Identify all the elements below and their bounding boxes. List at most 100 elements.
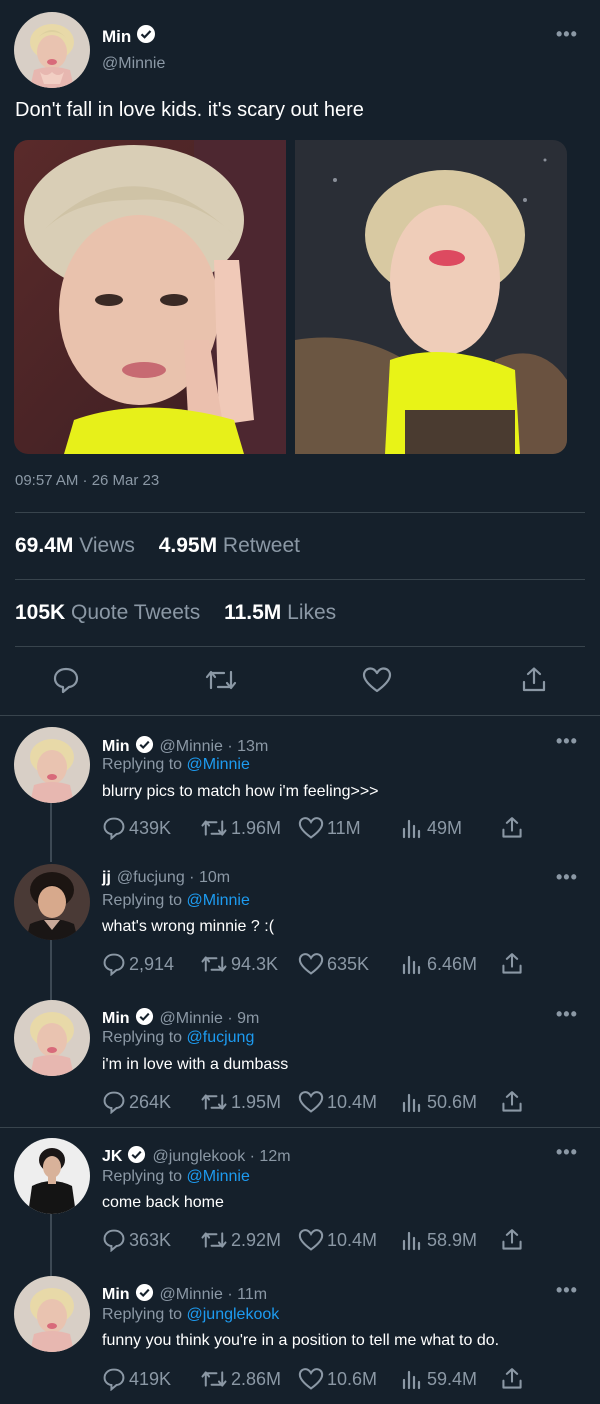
more-options-icon[interactable]: ••• (556, 731, 578, 752)
reply-actions: 2,914 94.3K 635K 6.46M (102, 952, 532, 978)
reply-tweet[interactable]: Min @Minnie · 13m ••• Replying to @Minni… (0, 715, 600, 855)
like-button[interactable]: 10.4M (298, 1090, 377, 1114)
heart-icon (298, 1368, 324, 1390)
handle-time[interactable]: @junglekook · 12m (152, 1148, 290, 1166)
share-button[interactable] (500, 816, 527, 840)
retweets-count[interactable]: 4.95M (159, 534, 217, 557)
views-button[interactable]: 58.9M (400, 1228, 477, 1252)
avatar-min[interactable] (14, 12, 90, 88)
display-name[interactable]: JK (102, 1148, 122, 1166)
stats-row-1: 69.4M Views 4.95M Retweet (15, 534, 318, 558)
avatar-jk[interactable] (14, 1138, 90, 1214)
display-name[interactable]: Min (102, 27, 131, 47)
views-icon (402, 1370, 421, 1390)
reply-tweet[interactable]: Min @Minnie · 9m ••• Replying to @fucjun… (0, 990, 600, 1125)
replying-to: Replying to @Minnie (102, 756, 250, 774)
more-options-icon[interactable]: ••• (556, 1280, 578, 1301)
retweet-icon[interactable] (201, 660, 241, 700)
display-name[interactable]: jj (102, 869, 111, 887)
reply-icon (103, 817, 125, 840)
more-options-icon[interactable]: ••• (556, 24, 578, 45)
share-button[interactable] (500, 1228, 527, 1252)
share-button[interactable] (500, 1090, 527, 1114)
reply-name-row: Min @Minnie · 11m (102, 1283, 267, 1307)
more-options-icon[interactable]: ••• (556, 1004, 578, 1025)
media-photo-2[interactable] (295, 140, 567, 454)
replying-prefix: Replying to (102, 1029, 183, 1046)
reply-text: what's wrong minnie ? :( (102, 918, 275, 935)
heart-icon (298, 817, 324, 839)
share-icon (502, 1091, 522, 1112)
mention-link[interactable]: @Minnie (187, 756, 250, 773)
replying-prefix: Replying to (102, 1168, 183, 1185)
display-name[interactable]: Min (102, 1286, 130, 1304)
more-options-icon[interactable]: ••• (556, 867, 578, 888)
media-photo-1[interactable] (14, 140, 286, 454)
reply-name-row: Min @Minnie · 9m (102, 1007, 259, 1031)
reply-count-button[interactable]: 2,914 (102, 952, 174, 976)
views-button[interactable]: 50.6M (400, 1090, 477, 1114)
timestamp[interactable]: 09:57 AM · 26 Mar 23 (15, 472, 159, 489)
display-name[interactable]: Min (102, 1010, 130, 1028)
reply-count-button[interactable]: 363K (102, 1228, 171, 1252)
reply-count-button[interactable]: 439K (102, 816, 171, 840)
mention-link[interactable]: @Minnie (187, 1168, 250, 1185)
reply-actions: 363K 2.92M 10.4M 58.9M (102, 1228, 532, 1254)
quotes-label[interactable]: Quote Tweets (71, 601, 200, 624)
handle-time[interactable]: @Minnie · 11m (160, 1286, 268, 1304)
views-icon (402, 1093, 421, 1113)
retweet-button[interactable]: 1.95M (200, 1090, 281, 1114)
reply-tweet[interactable]: Min @Minnie · 11m ••• Replying to @jungl… (0, 1266, 600, 1404)
avatar-min[interactable] (14, 1276, 90, 1352)
retweets-label[interactable]: Retweet (223, 534, 300, 557)
reply-count: 439K (129, 817, 172, 838)
like-button[interactable]: 10.6M (298, 1367, 377, 1391)
reply-actions: 264K 1.95M 10.4M 50.6M (102, 1090, 532, 1116)
quotes-count[interactable]: 105K (15, 601, 65, 624)
share-button[interactable] (500, 1367, 527, 1391)
retweet-button[interactable]: 94.3K (200, 952, 278, 976)
heart-icon (298, 1229, 324, 1251)
display-name[interactable]: Min (102, 738, 130, 756)
views-button[interactable]: 49M (400, 816, 462, 840)
reply-tweet[interactable]: JK @junglekook · 12m ••• Replying to @Mi… (0, 1128, 600, 1266)
views-count: 49M (427, 817, 463, 838)
views-button[interactable]: 6.46M (400, 952, 477, 976)
reply-count: 419K (129, 1368, 172, 1389)
mention-link[interactable]: @fucjung (187, 1029, 255, 1046)
heart-icon[interactable] (357, 660, 397, 700)
reply-tweet[interactable]: jj @fucjung · 10m ••• Replying to @Minni… (0, 852, 600, 990)
reply-icon[interactable] (46, 660, 86, 700)
reply-count-button[interactable]: 264K (102, 1090, 171, 1114)
views-icon (402, 819, 421, 839)
handle-time[interactable]: @fucjung · 10m (117, 869, 230, 887)
handle-time[interactable]: @Minnie · 13m (160, 738, 269, 756)
tweet-text: Don't fall in love kids. it's scary out … (15, 99, 364, 121)
like-button[interactable]: 10.4M (298, 1228, 377, 1252)
share-button[interactable] (500, 952, 527, 976)
like-count: 10.6M (327, 1368, 378, 1389)
like-button[interactable]: 635K (298, 952, 369, 976)
retweet-button[interactable]: 1.96M (200, 816, 281, 840)
avatar-jj[interactable] (14, 864, 90, 940)
like-button[interactable]: 11M (298, 816, 361, 840)
views-count: 58.9M (427, 1229, 478, 1250)
mention-link[interactable]: @Minnie (187, 892, 250, 909)
handle-time[interactable]: @Minnie · 9m (160, 1010, 260, 1028)
verified-icon (136, 24, 156, 49)
mention-link[interactable]: @junglekook (187, 1306, 280, 1323)
verified-icon (127, 1145, 146, 1169)
handle[interactable]: @Minnie (102, 55, 165, 73)
more-options-icon[interactable]: ••• (556, 1142, 578, 1163)
reply-count-button[interactable]: 419K (102, 1367, 171, 1391)
avatar-min[interactable] (14, 727, 90, 803)
likes-count[interactable]: 11.5M (224, 601, 281, 624)
likes-label[interactable]: Likes (287, 601, 336, 624)
retweet-button[interactable]: 2.92M (200, 1228, 281, 1252)
views-button[interactable]: 59.4M (400, 1367, 477, 1391)
verified-icon (135, 1283, 154, 1307)
share-icon[interactable] (514, 660, 554, 700)
avatar-min[interactable] (14, 1000, 90, 1076)
share-icon (502, 1229, 522, 1250)
retweet-button[interactable]: 2.86M (200, 1367, 281, 1391)
